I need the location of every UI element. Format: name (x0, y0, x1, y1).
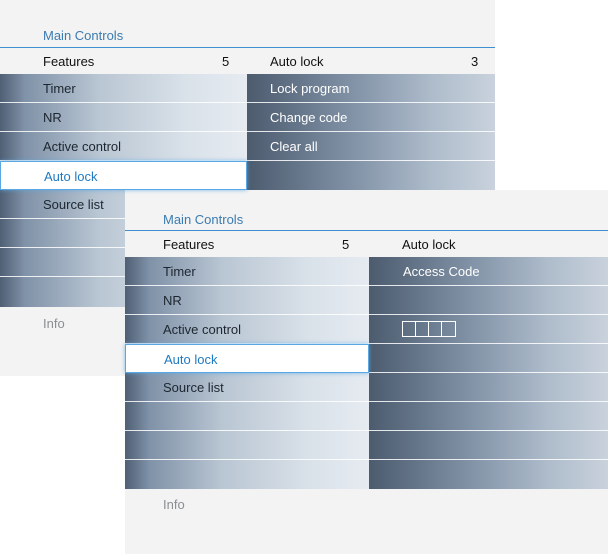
header-autolock-label: Auto lock (402, 237, 456, 252)
submenu-empty (369, 373, 608, 402)
submenu-lock-program[interactable]: Lock program (247, 74, 495, 103)
submenu-change-code[interactable]: Change code (247, 103, 495, 132)
menu-area: Timer NR Active control Auto lock Source… (125, 257, 608, 489)
header-autolock-count: 3 (471, 54, 479, 69)
menu-item-empty (125, 402, 369, 431)
code-digit-box (429, 322, 442, 336)
menu-item-empty (125, 431, 369, 460)
submenu-empty (369, 402, 608, 431)
code-digit-box (442, 322, 455, 336)
header-features-label: Features (163, 237, 215, 252)
menu-item-auto-lock[interactable]: Auto lock (0, 161, 247, 190)
menu-item-empty (125, 460, 369, 489)
header-features-count: 5 (342, 237, 350, 252)
submenu-empty (369, 286, 608, 315)
code-digit-box (403, 322, 416, 336)
panel-title: Main Controls (43, 28, 124, 43)
panel-header: Features 5 Auto lock (125, 230, 608, 257)
menu-item-active-control[interactable]: Active control (0, 132, 247, 161)
access-code-input-row[interactable] (369, 315, 608, 344)
header-autolock-label: Auto lock (270, 54, 324, 69)
menu-item-source-list[interactable]: Source list (125, 373, 369, 402)
submenu-clear-all[interactable]: Clear all (247, 132, 495, 161)
info-label: Info (163, 497, 185, 512)
front-menu-panel: Main Controls Features 5 Auto lock Timer… (125, 190, 608, 554)
menu-item-timer[interactable]: Timer (125, 257, 369, 286)
panel-header: Features 5 Auto lock 3 (0, 47, 495, 74)
menu-item-nr[interactable]: NR (125, 286, 369, 315)
menu-item-active-control[interactable]: Active control (125, 315, 369, 344)
access-code-input[interactable] (402, 321, 456, 337)
code-digit-box (416, 322, 429, 336)
submenu-empty (247, 161, 495, 190)
submenu-empty (369, 431, 608, 460)
info-label: Info (43, 316, 65, 331)
menu-item-auto-lock[interactable]: Auto lock (125, 344, 369, 373)
features-list: Timer NR Active control Auto lock Source… (125, 257, 369, 489)
access-code-label-row: Access Code (369, 257, 608, 286)
menu-item-timer[interactable]: Timer (0, 74, 247, 103)
panel-title: Main Controls (163, 212, 244, 227)
header-features-label: Features (43, 54, 95, 69)
menu-item-nr[interactable]: NR (0, 103, 247, 132)
submenu-empty (369, 344, 608, 373)
submenu-empty (369, 460, 608, 489)
access-code-panel: Access Code (369, 257, 608, 489)
header-features-count: 5 (222, 54, 230, 69)
